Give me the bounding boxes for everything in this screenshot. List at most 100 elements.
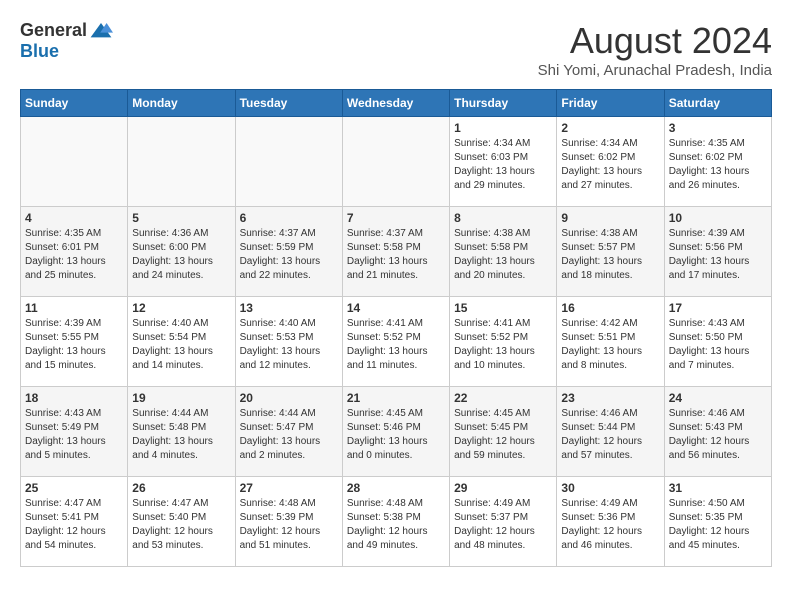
day-number: 14 xyxy=(347,301,445,315)
day-number: 23 xyxy=(561,391,659,405)
day-number: 26 xyxy=(132,481,230,495)
calendar-cell: 14 Sunrise: 4:41 AM Sunset: 5:52 PM Dayli… xyxy=(342,297,449,387)
weekday-header-tuesday: Tuesday xyxy=(235,90,342,117)
day-number: 12 xyxy=(132,301,230,315)
weekday-header-thursday: Thursday xyxy=(450,90,557,117)
calendar-cell: 9Sunrise: 4:38 AM Sunset: 5:57 PM Daylig… xyxy=(557,207,664,297)
weekday-header-row: SundayMondayTuesdayWednesdayThursdayFrid… xyxy=(21,90,772,117)
calendar-cell: 28 Sunrise: 4:48 AM Sunset: 5:38 PM Dayli… xyxy=(342,477,449,567)
day-info: Sunrise: 4:35 AM Sunset: 6:02 PM Dayligh… xyxy=(669,137,767,193)
day-number: 27 xyxy=(240,481,338,495)
calendar-cell: 10 Sunrise: 4:39 AM Sunset: 5:56 PM Dayli… xyxy=(664,207,771,297)
logo-blue: Blue xyxy=(20,41,59,62)
day-info: Sunrise: 4:49 AM Sunset: 5:36 PM Dayligh… xyxy=(561,497,659,553)
day-info: Sunrise: 4:38 AM Sunset: 5:57 PM Dayligh… xyxy=(561,227,659,283)
calendar-cell: 19 Sunrise: 4:44 AM Sunset: 5:48 PM Dayli… xyxy=(128,387,235,477)
calendar-cell: 5 Sunrise: 4:36 AM Sunset: 6:00 PM Daylig… xyxy=(128,207,235,297)
day-info: Sunrise: 4:48 AM Sunset: 5:39 PM Dayligh… xyxy=(240,497,338,553)
logo-general: General xyxy=(20,20,87,41)
day-info: Sunrise: 4:36 AM Sunset: 6:00 PM Dayligh… xyxy=(132,227,230,283)
day-number: 11 xyxy=(25,301,123,315)
calendar-cell: 6 Sunrise: 4:37 AM Sunset: 5:59 PM Daylig… xyxy=(235,207,342,297)
day-info: Sunrise: 4:48 AM Sunset: 5:38 PM Dayligh… xyxy=(347,497,445,553)
weekday-header-saturday: Saturday xyxy=(664,90,771,117)
day-info: Sunrise: 4:42 AM Sunset: 5:51 PM Dayligh… xyxy=(561,317,659,373)
day-number: 20 xyxy=(240,391,338,405)
day-info: Sunrise: 4:41 AM Sunset: 5:52 PM Dayligh… xyxy=(347,317,445,373)
calendar-cell: 4 Sunrise: 4:35 AM Sunset: 6:01 PM Daylig… xyxy=(21,207,128,297)
day-info: Sunrise: 4:45 AM Sunset: 5:46 PM Dayligh… xyxy=(347,407,445,463)
calendar-cell xyxy=(21,117,128,207)
logo: General Blue xyxy=(20,20,113,62)
day-info: Sunrise: 4:41 AM Sunset: 5:52 PM Dayligh… xyxy=(454,317,552,373)
weekday-header-friday: Friday xyxy=(557,90,664,117)
calendar-cell: 31 Sunrise: 4:50 AM Sunset: 5:35 PM Dayli… xyxy=(664,477,771,567)
day-number: 18 xyxy=(25,391,123,405)
day-info: Sunrise: 4:43 AM Sunset: 5:50 PM Dayligh… xyxy=(669,317,767,373)
day-number: 22 xyxy=(454,391,552,405)
day-number: 5 xyxy=(132,211,230,225)
day-number: 19 xyxy=(132,391,230,405)
calendar-cell: 17Sunrise: 4:43 AM Sunset: 5:50 PM Dayli… xyxy=(664,297,771,387)
calendar-table: SundayMondayTuesdayWednesdayThursdayFrid… xyxy=(20,89,772,567)
day-info: Sunrise: 4:40 AM Sunset: 5:54 PM Dayligh… xyxy=(132,317,230,373)
calendar-week-2: 4 Sunrise: 4:35 AM Sunset: 6:01 PM Daylig… xyxy=(21,207,772,297)
day-number: 13 xyxy=(240,301,338,315)
day-info: Sunrise: 4:35 AM Sunset: 6:01 PM Dayligh… xyxy=(25,227,123,283)
calendar-cell: 2Sunrise: 4:34 AM Sunset: 6:02 PM Daylig… xyxy=(557,117,664,207)
calendar-cell: 25Sunrise: 4:47 AM Sunset: 5:41 PM Dayli… xyxy=(21,477,128,567)
location: Shi Yomi, Arunachal Pradesh, India xyxy=(538,62,772,79)
day-number: 28 xyxy=(347,481,445,495)
calendar-cell: 3Sunrise: 4:35 AM Sunset: 6:02 PM Daylig… xyxy=(664,117,771,207)
logo-icon xyxy=(89,21,113,41)
calendar-cell xyxy=(342,117,449,207)
day-number: 7 xyxy=(347,211,445,225)
day-number: 15 xyxy=(454,301,552,315)
day-info: Sunrise: 4:39 AM Sunset: 5:55 PM Dayligh… xyxy=(25,317,123,373)
day-info: Sunrise: 4:49 AM Sunset: 5:37 PM Dayligh… xyxy=(454,497,552,553)
calendar-cell: 1 Sunrise: 4:34 AM Sunset: 6:03 PM Daylig… xyxy=(450,117,557,207)
calendar-cell: 15 Sunrise: 4:41 AM Sunset: 5:52 PM Dayli… xyxy=(450,297,557,387)
day-number: 1 xyxy=(454,121,552,135)
calendar-cell: 23 Sunrise: 4:46 AM Sunset: 5:44 PM Dayli… xyxy=(557,387,664,477)
calendar-cell: 8 Sunrise: 4:38 AM Sunset: 5:58 PM Daylig… xyxy=(450,207,557,297)
month-title: August 2024 xyxy=(538,20,772,62)
day-info: Sunrise: 4:50 AM Sunset: 5:35 PM Dayligh… xyxy=(669,497,767,553)
calendar-cell: 22 Sunrise: 4:45 AM Sunset: 5:45 PM Dayli… xyxy=(450,387,557,477)
day-number: 30 xyxy=(561,481,659,495)
day-info: Sunrise: 4:43 AM Sunset: 5:49 PM Dayligh… xyxy=(25,407,123,463)
day-number: 24 xyxy=(669,391,767,405)
title-section: August 2024 Shi Yomi, Arunachal Pradesh,… xyxy=(538,20,772,79)
day-info: Sunrise: 4:45 AM Sunset: 5:45 PM Dayligh… xyxy=(454,407,552,463)
calendar-week-1: 1 Sunrise: 4:34 AM Sunset: 6:03 PM Daylig… xyxy=(21,117,772,207)
day-info: Sunrise: 4:47 AM Sunset: 5:40 PM Dayligh… xyxy=(132,497,230,553)
weekday-header-sunday: Sunday xyxy=(21,90,128,117)
day-number: 8 xyxy=(454,211,552,225)
day-info: Sunrise: 4:39 AM Sunset: 5:56 PM Dayligh… xyxy=(669,227,767,283)
calendar-cell: 27 Sunrise: 4:48 AM Sunset: 5:39 PM Dayli… xyxy=(235,477,342,567)
day-info: Sunrise: 4:37 AM Sunset: 5:59 PM Dayligh… xyxy=(240,227,338,283)
day-info: Sunrise: 4:38 AM Sunset: 5:58 PM Dayligh… xyxy=(454,227,552,283)
day-number: 31 xyxy=(669,481,767,495)
calendar-cell: 16Sunrise: 4:42 AM Sunset: 5:51 PM Dayli… xyxy=(557,297,664,387)
calendar-cell: 18 Sunrise: 4:43 AM Sunset: 5:49 PM Dayli… xyxy=(21,387,128,477)
day-info: Sunrise: 4:46 AM Sunset: 5:44 PM Dayligh… xyxy=(561,407,659,463)
calendar-cell: 21Sunrise: 4:45 AM Sunset: 5:46 PM Dayli… xyxy=(342,387,449,477)
day-number: 25 xyxy=(25,481,123,495)
calendar-cell: 11 Sunrise: 4:39 AM Sunset: 5:55 PM Dayli… xyxy=(21,297,128,387)
day-number: 10 xyxy=(669,211,767,225)
day-info: Sunrise: 4:46 AM Sunset: 5:43 PM Dayligh… xyxy=(669,407,767,463)
day-info: Sunrise: 4:44 AM Sunset: 5:48 PM Dayligh… xyxy=(132,407,230,463)
day-info: Sunrise: 4:44 AM Sunset: 5:47 PM Dayligh… xyxy=(240,407,338,463)
calendar-week-5: 25Sunrise: 4:47 AM Sunset: 5:41 PM Dayli… xyxy=(21,477,772,567)
day-info: Sunrise: 4:34 AM Sunset: 6:03 PM Dayligh… xyxy=(454,137,552,193)
calendar-cell: 30 Sunrise: 4:49 AM Sunset: 5:36 PM Dayli… xyxy=(557,477,664,567)
day-number: 29 xyxy=(454,481,552,495)
day-number: 4 xyxy=(25,211,123,225)
calendar-cell: 29 Sunrise: 4:49 AM Sunset: 5:37 PM Dayli… xyxy=(450,477,557,567)
day-info: Sunrise: 4:34 AM Sunset: 6:02 PM Dayligh… xyxy=(561,137,659,193)
day-number: 6 xyxy=(240,211,338,225)
calendar-cell: 26 Sunrise: 4:47 AM Sunset: 5:40 PM Dayli… xyxy=(128,477,235,567)
calendar-week-3: 11 Sunrise: 4:39 AM Sunset: 5:55 PM Dayli… xyxy=(21,297,772,387)
calendar-cell: 24 Sunrise: 4:46 AM Sunset: 5:43 PM Dayli… xyxy=(664,387,771,477)
